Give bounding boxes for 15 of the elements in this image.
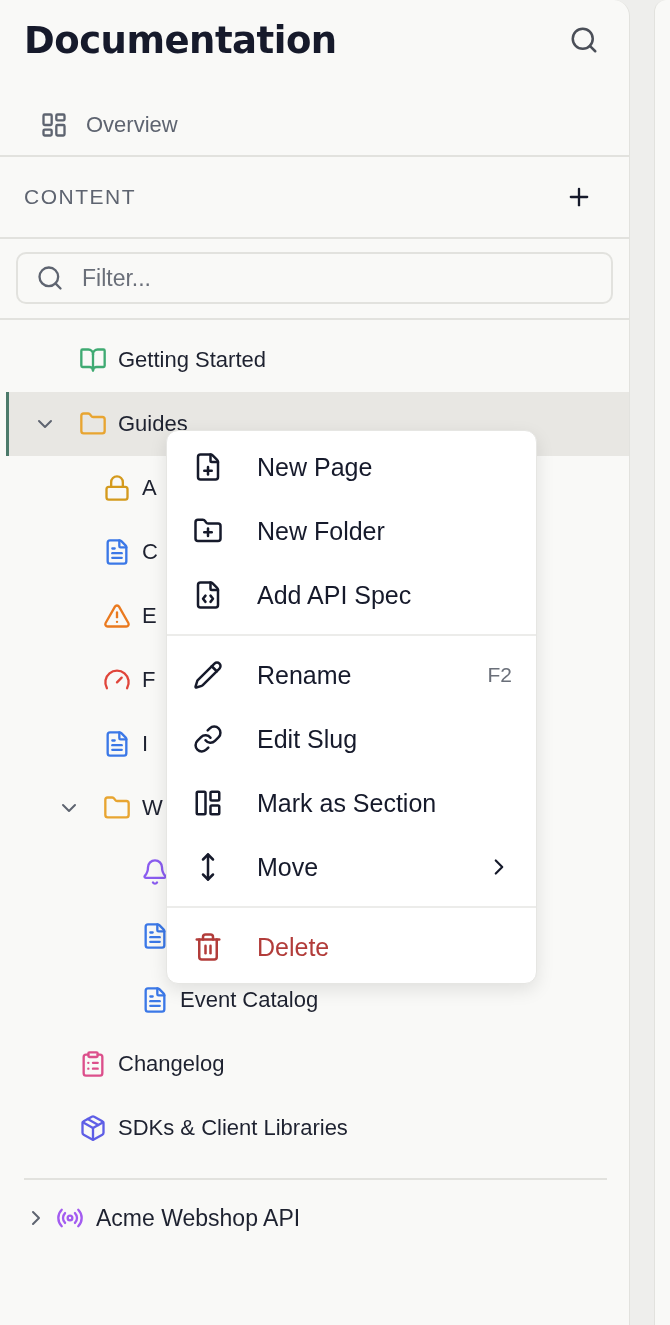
item-label: Event Catalog [180, 987, 319, 1013]
shortcut-label: F2 [487, 663, 512, 687]
item-label: C [142, 539, 158, 565]
api-label: Acme Webshop API [96, 1204, 301, 1232]
item-label: W [142, 795, 163, 821]
item-label: Guides [118, 411, 188, 437]
item-label: I [142, 731, 149, 757]
item-label: E [142, 603, 157, 629]
item-label: F [142, 667, 156, 693]
item-label: Changelog [118, 1051, 225, 1077]
item-label: SDKs & Client Libraries [118, 1115, 348, 1141]
item-label: Getting Started [118, 347, 266, 373]
section-label: CONTENT [24, 185, 136, 209]
sidebar-title: Documentation [24, 18, 337, 62]
item-label: A [142, 475, 157, 501]
